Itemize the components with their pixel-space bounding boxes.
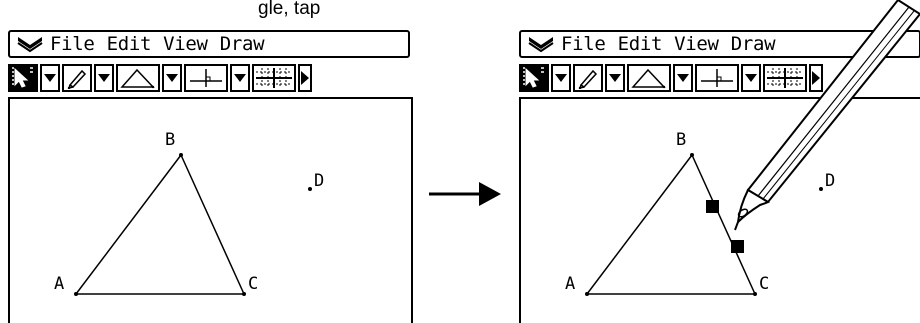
label-a: A [54,274,65,294]
menu-edit[interactable]: Edit [618,32,663,56]
double-chevron-down-icon[interactable] [521,32,561,56]
grid-tool-button[interactable] [252,64,296,92]
menu-bar: File Edit View Draw [8,30,410,58]
selection-handle-2[interactable] [731,240,744,253]
point-a[interactable] [74,292,78,296]
perpendicular-icon [190,69,222,87]
construct-tool-dropdown[interactable] [230,64,250,92]
pointer-select-icon [12,67,33,88]
triangle-down-icon [677,74,689,82]
label-c: C [759,274,770,294]
construct-tool-button[interactable] [184,64,228,92]
label-b: B [676,130,687,150]
segment-bc[interactable] [180,154,245,295]
select-tool-dropdown[interactable] [40,64,60,92]
shape-tool-dropdown[interactable] [162,64,182,92]
caption-fragment: gle, tap [258,0,321,18]
label-d: D [314,171,325,191]
triangle-down-icon [44,74,56,82]
triangle-icon [631,68,666,89]
sketch-tool-dropdown[interactable] [94,64,114,92]
shape-tool-button[interactable] [627,64,671,92]
arrow-right-icon [429,182,501,206]
drawing-canvas[interactable]: A B C D [8,97,413,323]
triangle-down-icon [609,74,621,82]
point-b[interactable] [690,153,694,157]
point-b[interactable] [179,153,183,157]
triangle-down-icon [555,74,567,82]
sketch-tool-button[interactable] [62,64,92,92]
point-c[interactable] [753,292,757,296]
play-right-icon [301,71,309,85]
select-tool-button[interactable] [519,64,549,92]
point-d[interactable] [308,187,312,191]
stylus-pen-icon [734,0,920,231]
pointer-select-icon [523,67,544,88]
menu-file[interactable]: File [50,32,95,56]
triangle-icon [120,68,155,89]
toolbar [8,64,413,92]
sketch-tool-button[interactable] [573,64,603,92]
grid-icon [256,68,292,88]
select-tool-button[interactable] [8,64,38,92]
label-c: C [248,274,259,294]
label-b: B [165,130,176,150]
menu-view[interactable]: View [163,32,208,56]
triangle-down-icon [166,74,178,82]
double-chevron-down-icon[interactable] [10,32,50,56]
geometry-screen-before: File Edit View Draw A B C D [8,30,413,323]
segment-ab[interactable] [75,154,182,295]
point-c[interactable] [242,292,246,296]
menu-edit[interactable]: Edit [107,32,152,56]
shape-tool-button[interactable] [116,64,160,92]
pencil-icon [67,69,87,89]
segment-ab[interactable] [586,154,693,295]
select-tool-dropdown[interactable] [551,64,571,92]
menu-draw[interactable]: Draw [220,32,265,56]
shape-tool-dropdown[interactable] [673,64,693,92]
label-a: A [565,274,576,294]
point-a[interactable] [585,292,589,296]
pencil-icon [578,69,598,89]
menu-file[interactable]: File [561,32,606,56]
sketch-tool-dropdown[interactable] [605,64,625,92]
more-tools-button[interactable] [298,64,312,92]
triangle-down-icon [234,74,246,82]
triangle-down-icon [98,74,110,82]
